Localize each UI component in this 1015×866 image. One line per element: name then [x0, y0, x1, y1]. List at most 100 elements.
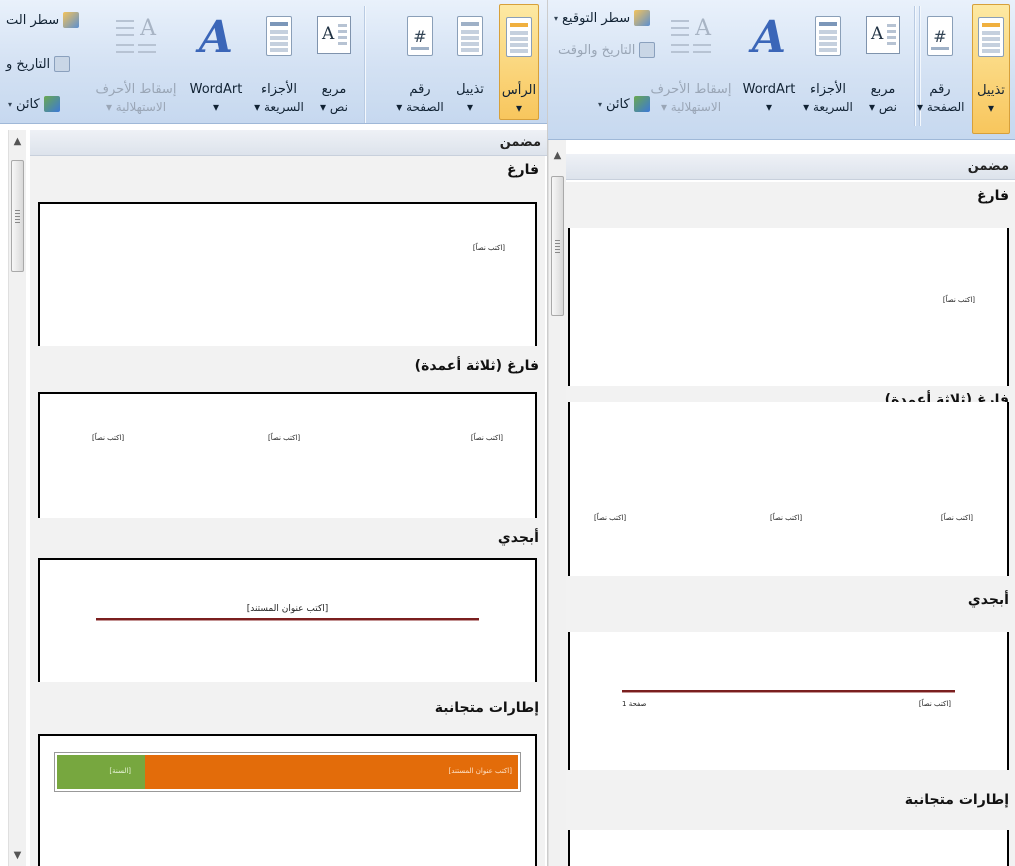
gallery-item-label: أبجدي [967, 592, 1009, 608]
year-tile: [السنة] [57, 755, 145, 789]
scrollbar[interactable]: ▲ [548, 140, 566, 866]
header-button[interactable]: تذييل ▾ [972, 4, 1010, 134]
gallery-item-label: إطارات متجانبة [434, 700, 539, 716]
date-time-button[interactable]: التاريخ والوقت [558, 42, 656, 58]
header-rule [96, 618, 479, 621]
text-box-label-2: ▾ نص [869, 100, 897, 114]
calendar-icon [639, 42, 656, 58]
chevron-down-icon: ▾ [515, 101, 523, 115]
text-box-button[interactable]: A مربع ▾ نص [311, 4, 357, 120]
page-preview: [اكتب نصاً] [38, 202, 537, 356]
header-gallery: ▲ مضمن فارغ [اكتب نصاً] فارغ (ثلاثة أعمد… [548, 140, 1015, 866]
chevron-down-icon: ▾ [212, 100, 220, 114]
title-placeholder: [اكتب عنوان المستند] [246, 604, 329, 614]
quick-parts-button[interactable]: الأجزاء ▾ السريعة [801, 4, 855, 134]
date-time-button[interactable]: التاريخ و [6, 56, 71, 72]
header-label: تذييل [977, 83, 1005, 98]
drop-cap-icon: A [671, 16, 711, 60]
tiles-header: [السنة] [اكتب عنوان المستند] [54, 752, 521, 792]
quick-parts-label-2: ▾ السريعة [803, 100, 853, 114]
quick-parts-icon [815, 16, 841, 56]
page-number-label: رقم [929, 82, 951, 97]
wordart-icon: A [198, 12, 234, 63]
drop-cap-label-2: ▾ الاستهلالية [105, 100, 167, 114]
text-box-icon: A [866, 16, 900, 54]
gallery-item-label: أبجدي [497, 530, 539, 546]
drop-cap-icon: A [116, 16, 156, 60]
gallery-item[interactable]: فارغ [اكتب نصاً] [566, 182, 1015, 408]
gallery-item-label: فارغ [506, 162, 539, 178]
page-number-button[interactable]: رقم ▾ الصفحة [395, 4, 445, 120]
signature-line-label: سطر الت [6, 12, 60, 28]
header-icon [506, 17, 532, 57]
divider [914, 6, 915, 126]
category-header: مضمن [566, 154, 1015, 180]
object-button[interactable]: كائن ▾ [598, 96, 650, 112]
gallery-item[interactable]: فارغ [اكتب نصاً] [30, 156, 545, 356]
gallery-item[interactable]: فارغ (ثلاثة أعمدة) [اكتب نصاً] [اكتب نصا… [566, 386, 1015, 586]
text-box-label: مربع [870, 82, 896, 97]
calendar-icon [54, 56, 71, 72]
object-label: كائن [16, 96, 40, 112]
scroll-up-icon[interactable]: ▲ [549, 148, 566, 164]
placeholder-text: [اكتب نصاً] [472, 244, 505, 252]
date-time-label: التاريخ والوقت [558, 42, 636, 58]
text-box-button[interactable]: A مربع ▾ نص [861, 4, 905, 134]
chevron-down-icon: ▾ [987, 101, 995, 115]
page-number-label: رقم [409, 82, 431, 97]
object-button[interactable]: كائن ▾ [8, 96, 60, 112]
page-number-label-2: ▾ الصفحة [396, 100, 444, 114]
gallery-item[interactable]: أبجدي [اكتب نصاً] صفحة 1 [566, 586, 1015, 786]
page-preview [568, 830, 1009, 866]
signature-icon [63, 12, 80, 28]
scrollbar[interactable]: ▲ ▼ [8, 130, 26, 866]
drop-cap-button[interactable]: A إسقاط الأحرف ▾ الاستهلالية [91, 4, 181, 120]
placeholder-text: [اكتب نصاً] [470, 434, 503, 442]
drop-cap-button[interactable]: A إسقاط الأحرف ▾ الاستهلالية [645, 4, 737, 134]
gallery-item[interactable]: أبجدي [اكتب عنوان المستند] [30, 518, 545, 686]
text-box-label-2: ▾ نص [320, 100, 348, 114]
header-icon [978, 17, 1004, 57]
left-pane: الرأس ▾ تذييل ▾ رقم ▾ الصفحة A مربع ▾ نص… [0, 0, 548, 866]
object-label: كائن [606, 96, 630, 112]
object-icon [43, 96, 60, 112]
wordart-button[interactable]: A WordArt ▾ [739, 4, 799, 134]
placeholder-text: [اكتب نصاً] [918, 700, 951, 708]
page-number-label-2: ▾ الصفحة [917, 100, 965, 114]
wordart-button[interactable]: A WordArt ▾ [183, 4, 249, 120]
footer-button[interactable]: تذييل ▾ [449, 4, 491, 120]
scroll-thumb[interactable] [551, 176, 564, 316]
scroll-up-icon[interactable]: ▲ [9, 134, 26, 150]
quick-parts-label: الأجزاء [261, 82, 297, 97]
page-preview: [اكتب نصاً] صفحة 1 [568, 632, 1009, 770]
title-placeholder: [اكتب عنوان المستند] [448, 767, 512, 775]
page-number-text: صفحة 1 [622, 700, 647, 708]
scroll-thumb[interactable] [11, 160, 24, 272]
signature-line-button[interactable]: سطر التوقيع ▾ [554, 10, 651, 26]
gallery-item-label: إطارات متجانبة [904, 792, 1009, 808]
quick-parts-button[interactable]: الأجزاء ▾ السريعة [251, 4, 307, 120]
header-rule [622, 690, 955, 693]
placeholder-text: [اكتب نصاً] [770, 514, 803, 522]
scroll-down-icon[interactable]: ▼ [9, 848, 26, 864]
text-box-label: مربع [321, 82, 347, 97]
insert-ribbon: تذييل ▾ رقم ▾ الصفحة A مربع ▾ نص الأجزاء… [548, 0, 1015, 140]
chevron-down-icon: ▾ [466, 100, 474, 114]
chevron-down-icon: ▾ [8, 99, 13, 109]
insert-ribbon: الرأس ▾ تذييل ▾ رقم ▾ الصفحة A مربع ▾ نص… [0, 0, 547, 124]
placeholder-text: [اكتب نصاً] [594, 514, 627, 522]
placeholder-text: [اكتب نصاً] [268, 434, 301, 442]
gallery-item[interactable]: فارغ (ثلاثة أعمدة) [اكتب نصاً] [اكتب نصا… [30, 346, 545, 532]
gallery-item[interactable]: إطارات متجانبة [566, 786, 1015, 866]
signature-line-button[interactable]: سطر الت [6, 12, 80, 28]
date-time-label: التاريخ و [6, 56, 51, 72]
gallery-item[interactable]: إطارات متجانبة [السنة] [اكتب عنوان المست… [30, 686, 545, 866]
year-placeholder: [السنة] [109, 767, 131, 775]
divider [364, 6, 365, 123]
page-number-button[interactable]: رقم ▾ الصفحة [917, 4, 965, 134]
signature-line-label: سطر التوقيع [562, 10, 631, 26]
wordart-label: WordArt [742, 82, 796, 97]
placeholder-text: [اكتب نصاً] [940, 514, 973, 522]
category-header: مضمن [30, 130, 547, 156]
header-button[interactable]: الرأس ▾ [499, 4, 539, 120]
